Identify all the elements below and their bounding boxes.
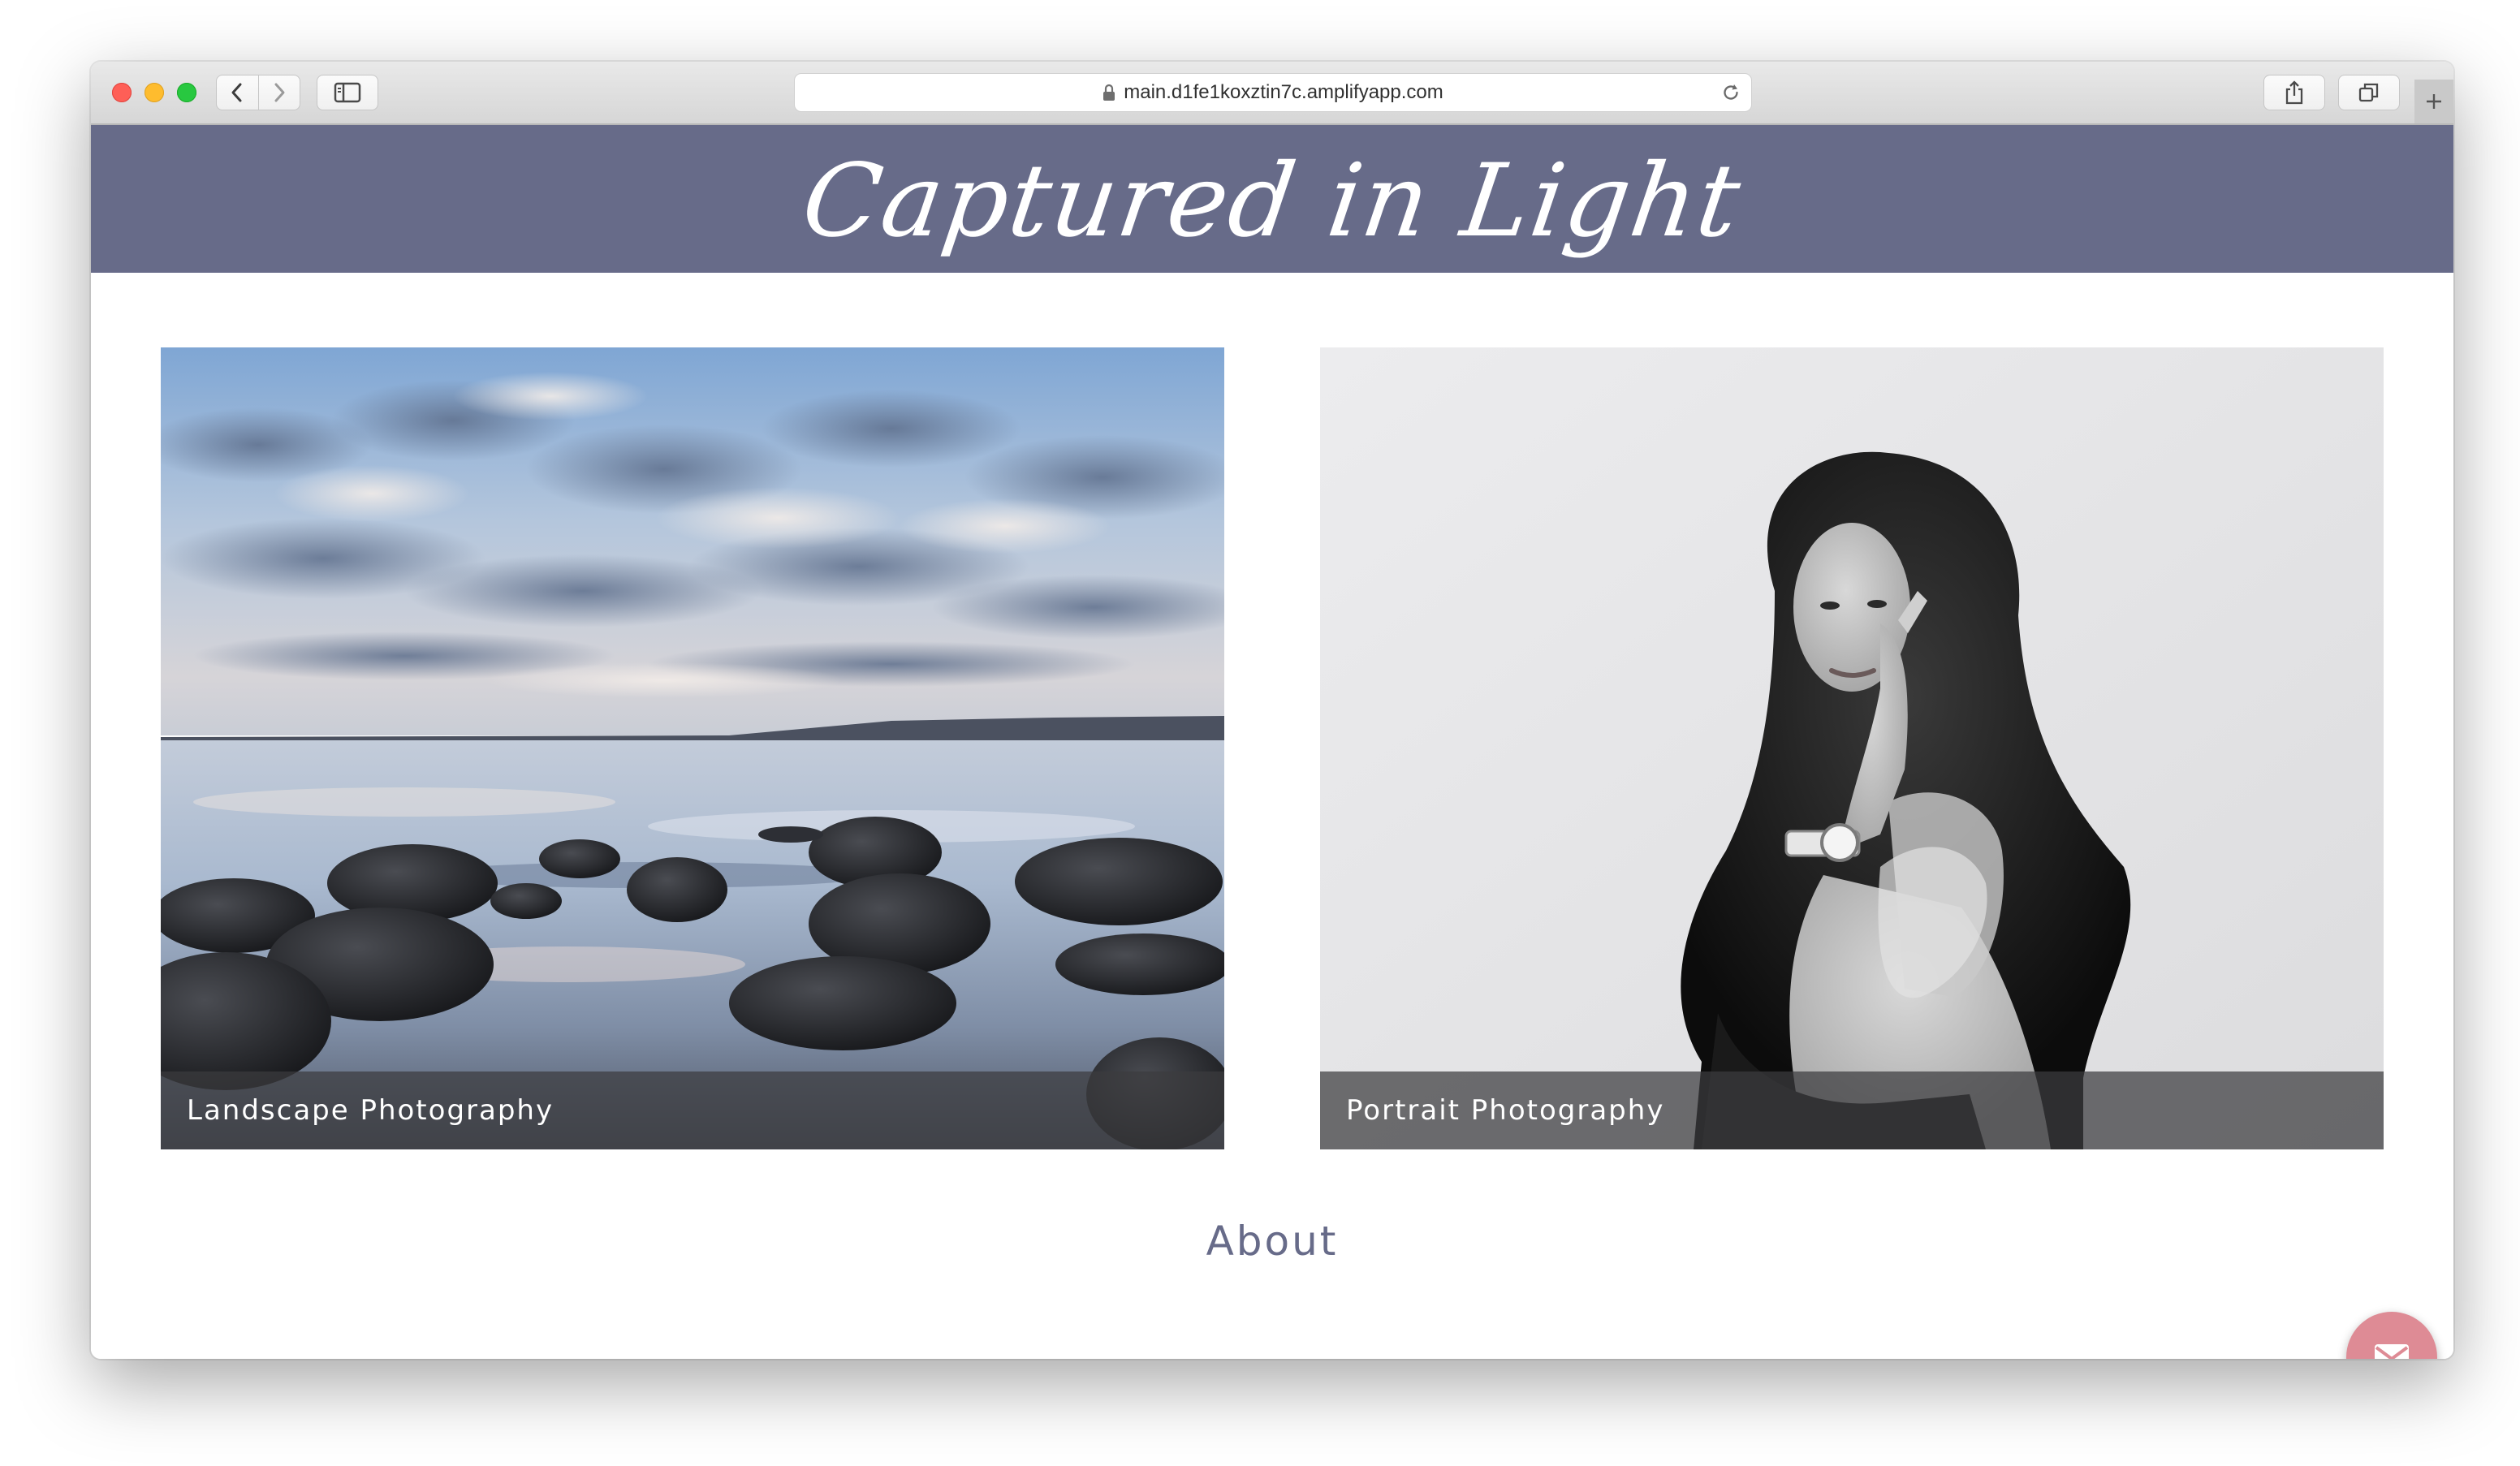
chevron-left-icon <box>231 83 242 102</box>
contact-mail-button[interactable] <box>2346 1312 2437 1359</box>
portrait-photo <box>1320 347 2384 1149</box>
site-header: Captured in Light <box>91 125 2453 273</box>
new-tab-button[interactable] <box>2414 80 2453 123</box>
plus-icon <box>2427 94 2441 109</box>
back-button[interactable] <box>217 75 258 110</box>
address-bar[interactable]: main.d1fe1koxztin7c.amplifyapp.com <box>794 73 1752 112</box>
about-heading[interactable]: About <box>91 1218 2453 1265</box>
chevron-right-icon <box>274 83 285 102</box>
caption-bar: Landscape Photography <box>161 1071 1224 1149</box>
tabs-overview-icon <box>2358 83 2379 102</box>
site-title[interactable]: Captured in Light <box>796 143 1749 260</box>
minimize-window-button[interactable] <box>145 83 164 102</box>
web-page: Captured in Light Landscape Photography … <box>91 125 2453 1359</box>
navigation-buttons <box>216 75 300 110</box>
browser-window: main.d1fe1koxztin7c.amplifyapp.com Captu… <box>91 62 2453 1359</box>
reload-icon[interactable] <box>1720 82 1741 103</box>
tab-overview-button[interactable] <box>2338 75 2400 110</box>
share-icon <box>2285 80 2303 105</box>
mail-icon <box>2375 1344 2409 1359</box>
gallery-caption: Portrait Photography <box>1346 1094 1665 1127</box>
gallery-caption: Landscape Photography <box>187 1094 554 1127</box>
browser-toolbar: main.d1fe1koxztin7c.amplifyapp.com <box>91 62 2453 125</box>
maximize-window-button[interactable] <box>177 83 196 102</box>
sidebar-icon <box>334 82 361 103</box>
caption-bar: Portrait Photography <box>1320 1071 2384 1149</box>
lock-icon <box>1103 84 1115 101</box>
forward-button[interactable] <box>257 75 300 110</box>
url-text: main.d1fe1koxztin7c.amplifyapp.com <box>1124 81 1443 103</box>
portrait-gallery-card[interactable]: Portrait Photography <box>1320 347 2384 1149</box>
share-button[interactable] <box>2263 75 2325 110</box>
sidebar-toggle-button[interactable] <box>317 75 378 110</box>
landscape-gallery-card[interactable]: Landscape Photography <box>161 347 1224 1149</box>
landscape-photo <box>161 347 1224 1149</box>
close-window-button[interactable] <box>112 83 132 102</box>
